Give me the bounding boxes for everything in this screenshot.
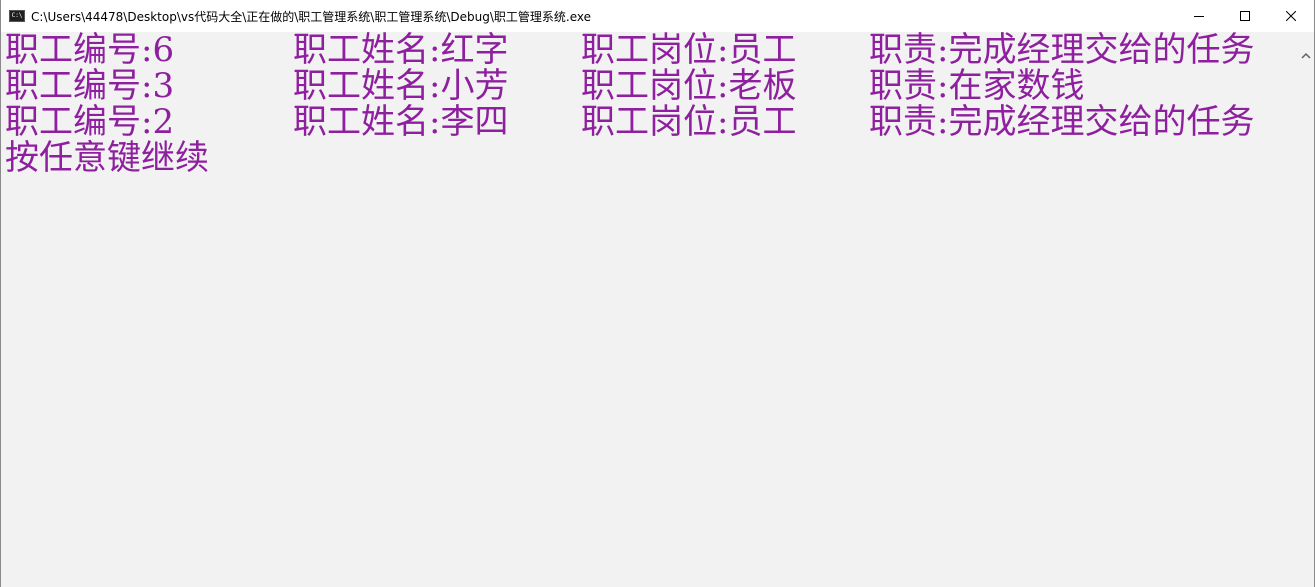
- title-bar[interactable]: C:\ C:\Users\44478\Desktop\vs代码大全\正在做的\职…: [1, 0, 1314, 32]
- continue-prompt-row: 按任意键继续: [3, 140, 1298, 176]
- continue-prompt: 按任意键继续: [5, 138, 209, 178]
- employee-id: 职工编号:3: [5, 66, 175, 106]
- employee-name: 职工姓名:红字: [293, 30, 509, 70]
- employee-id: 职工编号:2: [5, 102, 175, 142]
- console-window: C:\ C:\Users\44478\Desktop\vs代码大全\正在做的\职…: [0, 0, 1315, 587]
- maximize-button[interactable]: [1222, 0, 1268, 32]
- maximize-icon: [1240, 11, 1250, 21]
- employee-id: 职工编号:6: [5, 30, 175, 70]
- console-output[interactable]: 职工编号:6 职工姓名:红字 职工岗位:员工 职责:完成经理交给的任务 职工编号…: [1, 32, 1298, 587]
- employee-duty: 职责:完成经理交给的任务: [869, 30, 1255, 70]
- vertical-scrollbar[interactable]: [1298, 32, 1314, 587]
- scroll-up-arrow-icon[interactable]: [1300, 50, 1312, 62]
- minimize-icon: [1194, 16, 1204, 17]
- employee-row: 职工编号:2 职工姓名:李四 职工岗位:员工 职责:完成经理交给的任务: [3, 104, 1298, 140]
- employee-row: 职工编号:6 职工姓名:红字 职工岗位:员工 职责:完成经理交给的任务: [3, 32, 1298, 68]
- close-icon: [1286, 11, 1296, 21]
- employee-row: 职工编号:3 职工姓名:小芳 职工岗位:老板 职责:在家数钱: [3, 68, 1298, 104]
- minimize-button[interactable]: [1176, 0, 1222, 32]
- console-app-icon[interactable]: C:\: [9, 10, 25, 22]
- employee-name: 职工姓名:李四: [293, 102, 509, 142]
- employee-post: 职工岗位:员工: [581, 30, 797, 70]
- employee-name: 职工姓名:小芳: [293, 66, 509, 106]
- employee-post: 职工岗位:老板: [581, 66, 797, 106]
- window-title: C:\Users\44478\Desktop\vs代码大全\正在做的\职工管理系…: [31, 9, 591, 24]
- employee-duty: 职责:在家数钱: [869, 66, 1085, 106]
- employee-post: 职工岗位:员工: [581, 102, 797, 142]
- employee-duty: 职责:完成经理交给的任务: [869, 102, 1255, 142]
- close-button[interactable]: [1268, 0, 1314, 32]
- window-controls: [1176, 0, 1314, 32]
